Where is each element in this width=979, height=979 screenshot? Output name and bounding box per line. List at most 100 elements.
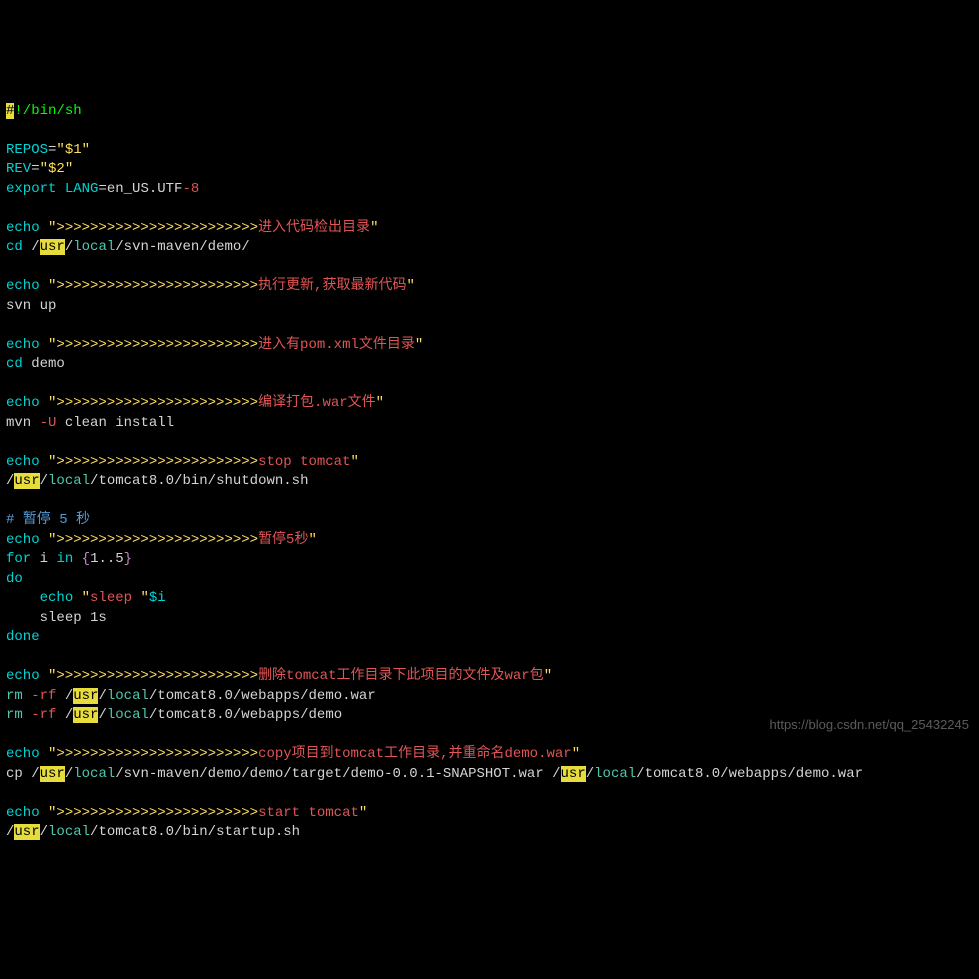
echo7: echo (40, 590, 74, 606)
sleep-str: sleep (90, 590, 140, 606)
rf1: -rf (31, 688, 56, 704)
arr1: >>>>>>>>>>>>>>>>>>>>>>>> (56, 220, 258, 236)
q: " (359, 805, 367, 821)
local5: local (73, 766, 115, 782)
q: " (572, 746, 580, 762)
q: " (406, 278, 414, 294)
usr2: usr (14, 473, 39, 489)
do-kw: do (6, 571, 23, 587)
range: 1..5 (90, 551, 124, 567)
shebang: !/bin/sh (14, 103, 81, 119)
q: " (308, 532, 316, 548)
enus: en_US.UTF (107, 181, 183, 197)
slash: / (586, 766, 594, 782)
local2: local (48, 473, 90, 489)
msg2: 执行更新,获取最新代码 (258, 278, 406, 294)
cp: cp / (6, 766, 40, 782)
q: " (544, 668, 552, 684)
in-kw: in (56, 551, 73, 567)
for-kw: for (6, 551, 31, 567)
var-rev: REV (6, 161, 31, 177)
usr4: usr (73, 707, 98, 723)
utf8: -8 (182, 181, 199, 197)
local1: local (73, 239, 115, 255)
arr7: >>>>>>>>>>>>>>>>>>>>>>>> (56, 668, 258, 684)
usr5: usr (40, 766, 65, 782)
var-repos: REPOS (6, 142, 48, 158)
q: " (140, 590, 148, 606)
usr6: usr (561, 766, 586, 782)
echo2: echo (6, 278, 40, 294)
echo10: echo (6, 805, 40, 821)
arr4: >>>>>>>>>>>>>>>>>>>>>>>> (56, 395, 258, 411)
done-kw: done (6, 629, 40, 645)
q: " (48, 805, 56, 821)
sleep: sleep (40, 610, 82, 626)
q: " (370, 220, 378, 236)
usr7: usr (14, 824, 39, 840)
pause-comment: # 暂停 5 秒 (6, 512, 90, 528)
arr9: >>>>>>>>>>>>>>>>>>>>>>>> (56, 805, 258, 821)
echo4: echo (6, 395, 40, 411)
usr3: usr (73, 688, 98, 704)
arr8: >>>>>>>>>>>>>>>>>>>>>>>> (56, 746, 258, 762)
msg4: 编译打包.war文件 (258, 395, 376, 411)
slash: / (40, 824, 48, 840)
webapps-demo: /tomcat8.0/webapps/demo (149, 707, 342, 723)
arr3: >>>>>>>>>>>>>>>>>>>>>>>> (56, 337, 258, 353)
slash: / (65, 707, 73, 723)
1s: 1s (90, 610, 107, 626)
local4: local (107, 707, 149, 723)
arr6: >>>>>>>>>>>>>>>>>>>>>>>> (56, 532, 258, 548)
lang-var: LANG (65, 181, 99, 197)
slash: / (98, 707, 106, 723)
msg8: copy项目到tomcat工作目录,并重命名demo.war (258, 746, 572, 762)
eq2: = (31, 161, 39, 177)
repos-val: "$1" (56, 142, 90, 158)
slash: / (65, 688, 73, 704)
echo1: echo (6, 220, 40, 236)
msg5: stop tomcat (258, 454, 350, 470)
mvn: mvn (6, 415, 31, 431)
echo8: echo (6, 668, 40, 684)
echo5: echo (6, 454, 40, 470)
msg1: 进入代码检出目录 (258, 220, 370, 236)
rm1: rm (6, 688, 23, 704)
u-flag: -U (40, 415, 57, 431)
echo9: echo (6, 746, 40, 762)
i: i (40, 551, 48, 567)
local7: local (48, 824, 90, 840)
arr5: >>>>>>>>>>>>>>>>>>>>>>>> (56, 454, 258, 470)
clean-install: clean install (65, 415, 174, 431)
slash: / (65, 766, 73, 782)
tomcat-demowar: /tomcat8.0/webapps/demo.war (636, 766, 863, 782)
rm2: rm (6, 707, 23, 723)
q: " (82, 590, 90, 606)
q: " (415, 337, 423, 353)
slash: / (65, 239, 73, 255)
eq3: = (98, 181, 106, 197)
msg6: 暂停5秒 (258, 532, 308, 548)
msg3: 进入有pom.xml文件目录 (258, 337, 415, 353)
slash: / (31, 239, 39, 255)
cd2: cd (6, 356, 23, 372)
arr2: >>>>>>>>>>>>>>>>>>>>>>>> (56, 278, 258, 294)
rev-val: "$2" (40, 161, 74, 177)
cd1: cd (6, 239, 23, 255)
brace-open: { (82, 551, 90, 567)
watermark: https://blog.csdn.net/qq_25432245 (770, 715, 970, 735)
shutdown: /tomcat8.0/bin/shutdown.sh (90, 473, 308, 489)
q: " (350, 454, 358, 470)
msg9: start tomcat (258, 805, 359, 821)
startup: /tomcat8.0/bin/startup.sh (90, 824, 300, 840)
demo: demo (31, 356, 65, 372)
echo3: echo (6, 337, 40, 353)
brace-close: } (124, 551, 132, 567)
svn-path: /svn-maven/demo/ (115, 239, 249, 255)
local6: local (594, 766, 636, 782)
svn-target: /svn-maven/demo/demo/target/demo-0.0.1-S… (115, 766, 560, 782)
svn-up: svn up (6, 298, 56, 314)
q: " (376, 395, 384, 411)
webapps-war: /tomcat8.0/webapps/demo.war (149, 688, 376, 704)
msg7: 删除tomcat工作目录下此项目的文件及war包 (258, 668, 544, 684)
